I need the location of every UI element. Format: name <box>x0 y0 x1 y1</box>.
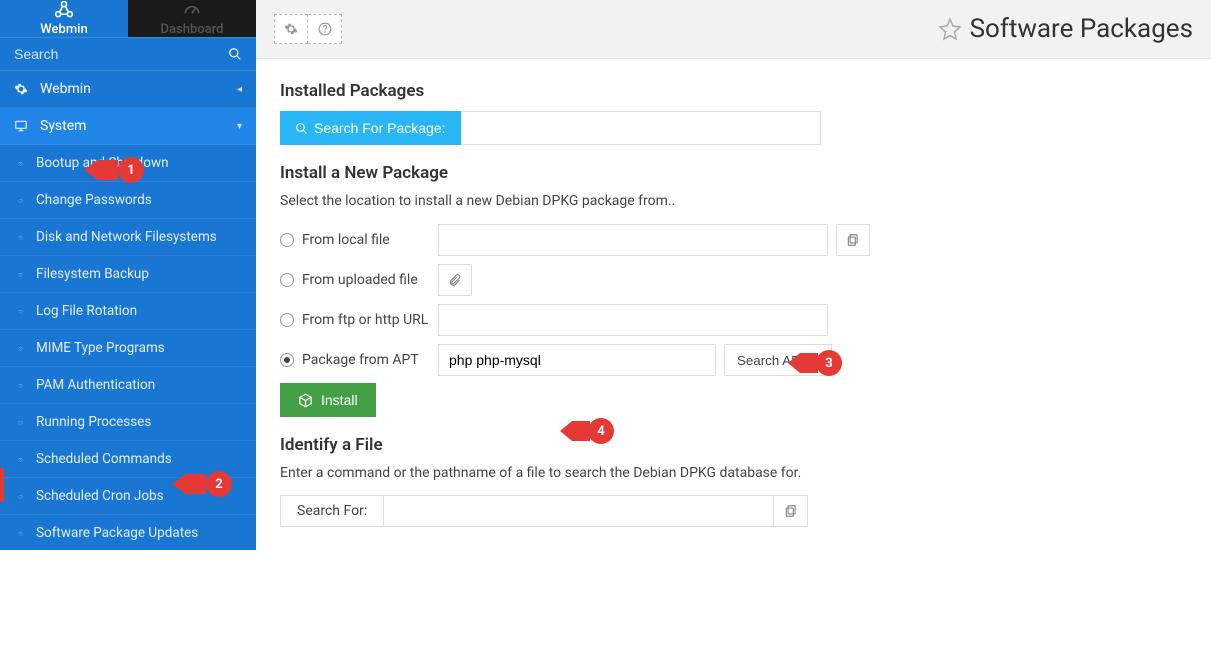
active-indicator <box>0 468 4 502</box>
callout-badge: 3 <box>816 350 842 376</box>
sidebar-subitem[interactable]: System Documentation <box>0 589 256 626</box>
sidebar-item-webmin[interactable]: Webmin ◂ <box>0 71 256 108</box>
chevron-left-icon: ◂ <box>237 84 242 95</box>
sidebar-subitem[interactable]: Filesystem Backup <box>0 256 256 293</box>
radio-local[interactable] <box>280 233 294 247</box>
callout-badge: 4 <box>588 418 614 444</box>
sidebar-subitem[interactable]: Running Processes <box>0 404 256 441</box>
attach-button[interactable] <box>438 264 472 296</box>
sidebar-subitem-label: MIME Type Programs <box>36 340 165 356</box>
apt-package-input[interactable] <box>438 344 716 376</box>
content-area: Software Packages Installed Packages Sea… <box>256 0 1211 550</box>
sidebar: Webmin Dashboard Webmin ◂ <box>0 0 256 550</box>
sidebar-subitem[interactable]: Log File Rotation <box>0 293 256 330</box>
sidebar-subitem-label: Filesystem Backup <box>36 266 149 282</box>
tab-webmin[interactable]: Webmin <box>0 0 128 37</box>
section-title-identify: Identify a File <box>280 435 1187 455</box>
sidebar-subitem[interactable]: Disk and Network Filesystems <box>0 219 256 256</box>
sidebar-item-system[interactable]: System ▾ <box>0 108 256 145</box>
browse-identify-button[interactable] <box>774 495 808 527</box>
section-title-installed: Installed Packages <box>280 81 1187 101</box>
search-package-label: Search For Package: <box>314 120 446 136</box>
tab-webmin-label: Webmin <box>40 22 87 37</box>
star-icon[interactable] <box>938 17 962 41</box>
search-for-input[interactable] <box>384 495 774 527</box>
gauge-icon <box>182 0 202 20</box>
sidebar-subitem-label: Software Packages <box>36 562 153 578</box>
tab-dashboard[interactable]: Dashboard <box>128 0 256 37</box>
identify-subtitle: Enter a command or the pathname of a fil… <box>280 465 1187 481</box>
sidebar-subitem-label: System Logs <box>36 636 114 652</box>
search-for-label: Search For: <box>280 495 384 527</box>
sidebar-subitem[interactable]: PAM Authentication <box>0 367 256 404</box>
radio-apt-label: Package from APT <box>302 352 419 368</box>
radio-url-label: From ftp or http URL <box>302 312 428 328</box>
sidebar-subitem[interactable]: System Logs <box>0 626 256 663</box>
sidebar-subitem-label: Change Passwords <box>36 192 152 208</box>
sidebar-search-input[interactable] <box>14 46 228 62</box>
section-title-install: Install a New Package <box>280 163 1187 183</box>
sidebar-subitem-label: Scheduled Cron Jobs <box>36 488 164 504</box>
radio-apt[interactable] <box>280 353 294 367</box>
sidebar-item-label: System <box>40 118 86 134</box>
radio-upload-label: From uploaded file <box>302 272 418 288</box>
sidebar-subitem-label: PAM Authentication <box>36 377 155 393</box>
sidebar-search-button[interactable] <box>228 47 242 61</box>
sidebar-subitem[interactable]: Change Passwords <box>0 182 256 219</box>
chevron-down-icon: ▾ <box>237 121 242 132</box>
help-button[interactable] <box>308 14 342 44</box>
monitor-icon <box>14 119 32 133</box>
page-title-text: Software Packages <box>970 14 1193 44</box>
sidebar-subitem[interactable]: Software Packages <box>0 552 256 589</box>
tab-dashboard-label: Dashboard <box>161 22 224 37</box>
radio-url[interactable] <box>280 313 294 327</box>
sidebar-subitem-label: System Documentation <box>36 599 176 615</box>
callout-badge: 1 <box>118 157 144 183</box>
content-header: Software Packages <box>256 0 1211 59</box>
search-package-input[interactable] <box>461 111 821 145</box>
settings-button[interactable] <box>274 14 308 44</box>
search-package-button[interactable]: Search For Package: <box>280 111 461 145</box>
sidebar-subitem[interactable]: MIME Type Programs <box>0 330 256 367</box>
radio-upload[interactable] <box>280 273 294 287</box>
sidebar-item-label: Webmin <box>40 81 91 97</box>
install-subtitle: Select the location to install a new Deb… <box>280 193 1187 209</box>
sidebar-subitem-label: Software Package Updates <box>36 525 198 541</box>
sidebar-subitem-label: Log File Rotation <box>36 303 137 319</box>
radio-local-label: From local file <box>302 232 390 248</box>
install-button-label: Install <box>321 392 358 408</box>
sidebar-subitem-label: Scheduled Commands <box>36 451 172 467</box>
browse-file-button[interactable] <box>836 224 870 256</box>
sidebar-subitem-label: Running Processes <box>36 414 151 430</box>
url-input[interactable] <box>438 304 828 336</box>
gear-icon <box>14 82 32 96</box>
local-file-input[interactable] <box>438 224 828 256</box>
install-button[interactable]: Install <box>280 383 376 417</box>
logo-icon <box>54 0 74 20</box>
page-title: Software Packages <box>938 14 1193 44</box>
sidebar-subitem-label: Disk and Network Filesystems <box>36 229 217 245</box>
sidebar-subitem[interactable]: Software Package Updates <box>0 515 256 552</box>
callout-badge: 2 <box>206 471 232 497</box>
